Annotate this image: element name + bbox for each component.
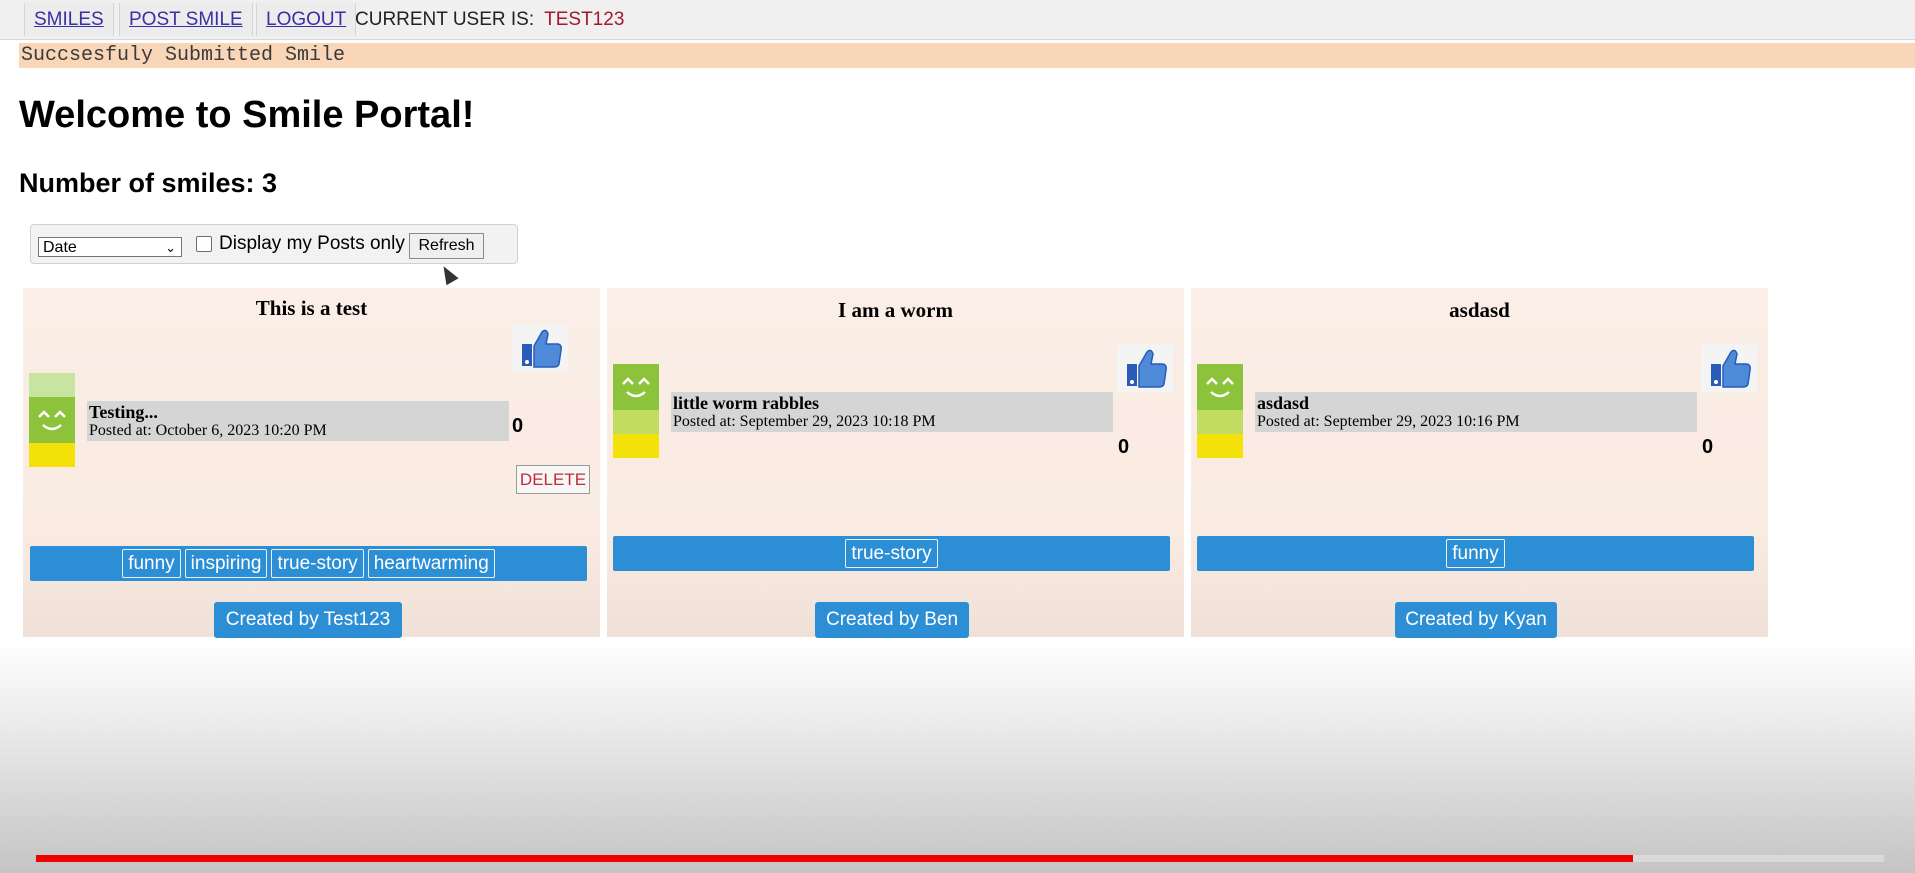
like-count: 0 [1118, 436, 1130, 458]
smile-rating-bar [613, 364, 659, 458]
thumbs-up-icon[interactable] [1117, 344, 1173, 392]
flash-message: Succsesfuly Submitted Smile [19, 43, 1915, 68]
tag-bar: true-story [613, 536, 1170, 571]
smile-rating-bar [29, 373, 75, 467]
tag-funny[interactable]: funny [122, 549, 181, 578]
smile-count: Number of smiles: 3 [19, 168, 278, 198]
creator-button[interactable]: Created by Kyan [1395, 602, 1557, 638]
smile-rating-bar [1197, 364, 1243, 458]
tag-bar: funny inspiring true-story heartwarming [30, 546, 587, 581]
post-content: Testing... Posted at: October 6, 2023 10… [87, 401, 509, 441]
tag-true-story[interactable]: true-story [845, 539, 938, 568]
delete-button[interactable]: DELETE [516, 465, 590, 494]
smile-card: This is a test Testing... Posted at: Oct… [23, 288, 600, 638]
sort-select-value: Date [43, 239, 77, 256]
smiley-face-icon [613, 364, 659, 410]
tag-inspiring[interactable]: inspiring [184, 549, 268, 578]
my-posts-checkbox[interactable] [196, 236, 212, 252]
tag-funny[interactable]: funny [1446, 539, 1505, 568]
sort-select[interactable]: Date ⌄ [38, 237, 182, 257]
refresh-button[interactable]: Refresh [409, 233, 484, 259]
video-progress-fill [36, 855, 1633, 862]
card-title: asdasd [1449, 298, 1510, 322]
smile-card: I am a worm little worm rabbles Posted a… [607, 288, 1184, 638]
like-count: 0 [512, 415, 524, 437]
page-title: Welcome to Smile Portal! [19, 94, 475, 136]
post-title: asdasd [1257, 393, 1310, 413]
filter-bar: Date ⌄ Display my Posts only Refresh [30, 224, 518, 264]
video-progress-bar[interactable] [36, 855, 1884, 862]
nav-link-smiles[interactable]: SMILES [24, 3, 114, 36]
tag-bar: funny [1197, 536, 1754, 571]
smiley-face-icon [1197, 364, 1243, 410]
post-content: asdasd Posted at: September 29, 2023 10:… [1255, 392, 1697, 432]
top-nav: SMILES POST SMILE LOGOUT CURRENT USER IS… [0, 0, 1915, 40]
smile-card: asdasd asdasd Posted at: September 29, 2… [1191, 288, 1768, 638]
post-date: Posted at: September 29, 2023 10:18 PM [673, 413, 936, 430]
creator-button[interactable]: Created by Test123 [214, 602, 402, 638]
thumbs-up-icon[interactable] [1701, 344, 1757, 392]
like-count: 0 [1702, 436, 1714, 458]
card-title: This is a test [255, 296, 368, 320]
thumbs-up-icon[interactable] [512, 324, 568, 372]
current-user-label: CURRENT USER IS: [355, 9, 535, 30]
tag-true-story[interactable]: true-story [271, 549, 364, 578]
post-content: little worm rabbles Posted at: September… [671, 392, 1113, 432]
post-title: little worm rabbles [673, 393, 819, 413]
my-posts-label: Display my Posts only [219, 233, 405, 254]
nav-link-logout[interactable]: LOGOUT [256, 3, 357, 36]
creator-button[interactable]: Created by Ben [815, 602, 969, 638]
current-user-name: TEST123 [544, 9, 625, 30]
tag-heartwarming[interactable]: heartwarming [367, 549, 495, 578]
post-date: Posted at: October 6, 2023 10:20 PM [89, 422, 327, 439]
current-user-text: CURRENT USER IS: TEST123 [355, 3, 624, 36]
card-title: I am a worm [838, 298, 953, 322]
post-title: Testing... [89, 402, 158, 422]
post-date: Posted at: September 29, 2023 10:16 PM [1257, 413, 1520, 430]
smiley-face-icon [29, 397, 75, 443]
chevron-down-icon: ⌄ [165, 240, 176, 255]
nav-link-post-smile[interactable]: POST SMILE [119, 3, 253, 36]
